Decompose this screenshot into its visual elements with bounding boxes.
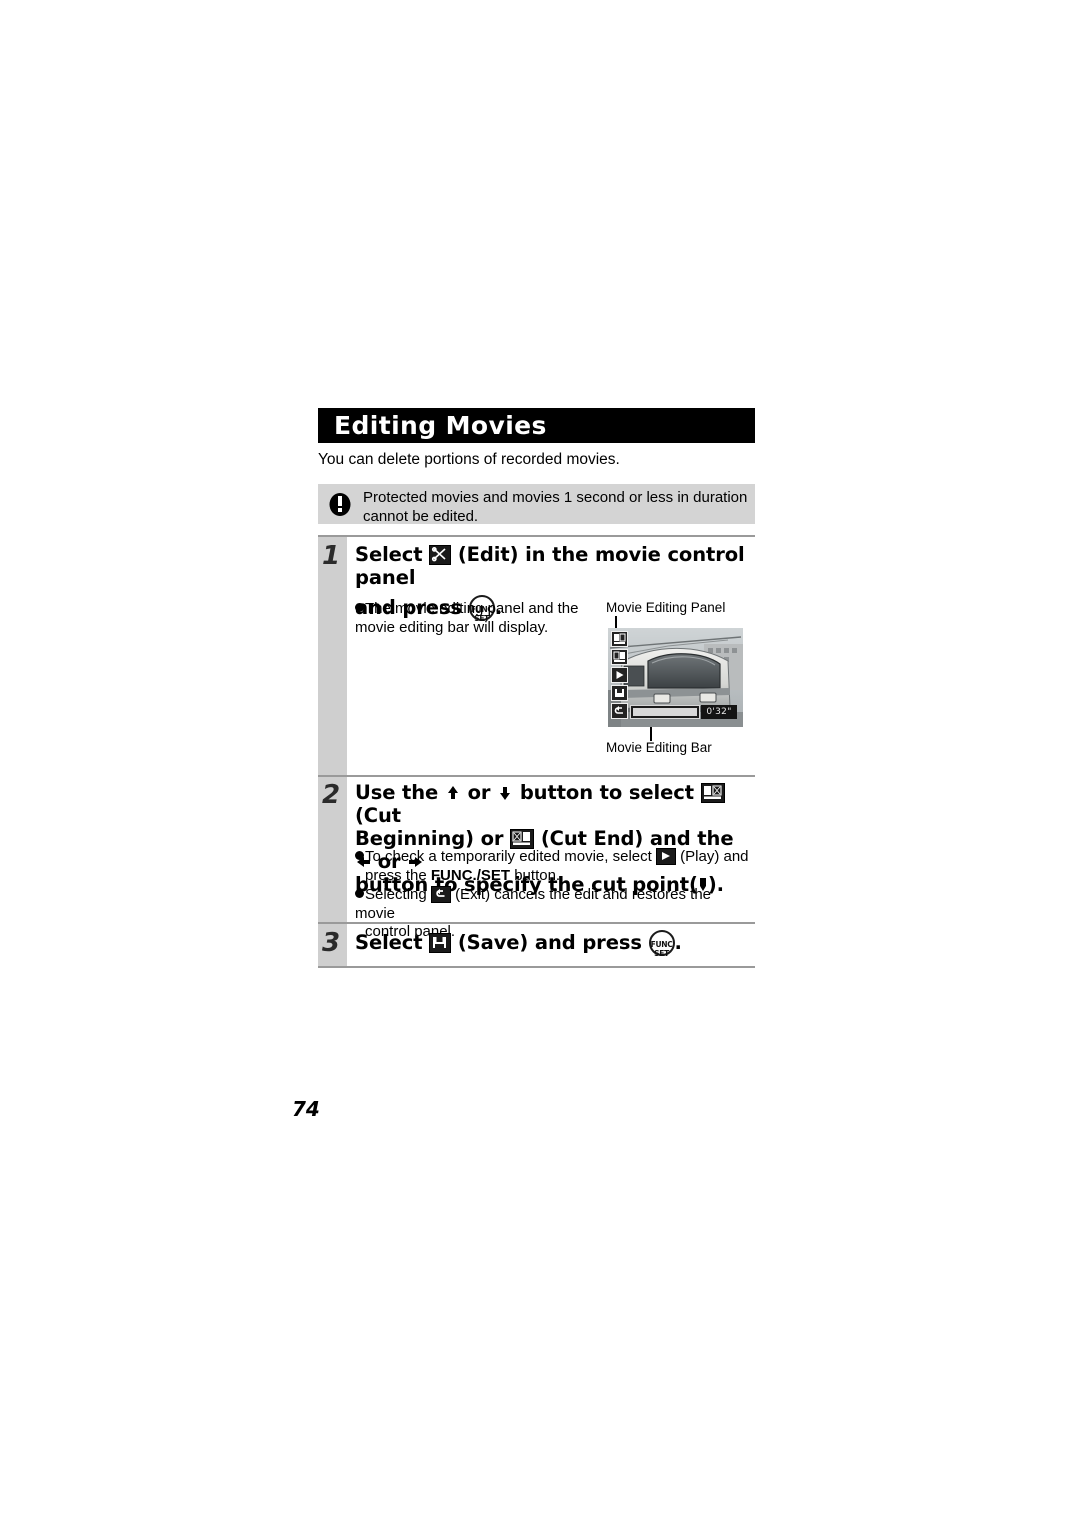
movie-editing-panel[interactable] [611,631,629,721]
step-2-heading-text-2: button to select [519,781,694,804]
illustration-movie-editing: Movie Editing Panel 0'32" Movie Editing … [600,600,765,755]
play-icon [655,848,676,865]
bullet-dot-icon [355,851,364,860]
manual-page: Editing Movies You can delete portions o… [0,0,1080,1528]
cut-beginning-icon[interactable] [611,631,628,647]
cut-beginning-icon [700,783,725,803]
page-title: Editing Movies [318,408,755,443]
step-2-bullet-1-line2: press the FUNC./SET button. [355,867,755,886]
caution-box: Protected movies and movies 1 second or … [318,484,755,525]
step-3-heading-text-1: Select [355,931,423,954]
step-1-number: 1 [322,541,341,571]
step-1-number-column [318,537,347,775]
play-icon[interactable] [611,667,628,683]
list-item: To check a temporarily edited movie, sel… [355,848,755,885]
step-2-bullets: To check a temporarily edited movie, sel… [355,848,755,943]
list-item: The movie editing panel and the movie ed… [355,600,605,637]
step-2-heading-text-5: (Cut End) and the [540,827,734,850]
step-3-heading: Select (Save) and press FUNC SET . [355,930,755,958]
step-2-bullet-1-text-mid: (Play) and [680,848,749,865]
illustration-caption-bottom: Movie Editing Bar [606,740,712,755]
step-2-top-rule [318,775,755,777]
func-set-button-icon: FUNC SET [648,930,675,958]
func-set-bold-label: FUNC./SET [430,866,511,884]
arrow-down-icon [497,784,513,802]
save-icon[interactable] [611,685,628,701]
step-1-bullets: The movie editing panel and the movie ed… [355,600,605,638]
movie-editing-bar[interactable] [630,705,700,719]
step-2-bullet-1-line2-before: press the [365,866,431,884]
step-3-heading-text-3: . [674,931,682,954]
arrow-up-icon [445,784,461,802]
camera-lcd-screen: 0'32" [608,628,743,727]
caution-text: Protected movies and movies 1 second or … [363,489,748,525]
step-3-top-rule [318,922,755,924]
step-3-number: 3 [322,928,341,958]
cut-end-icon [510,829,535,849]
bullet-dot-icon [355,889,364,898]
exit-icon [430,886,451,903]
step-1-top-rule [318,535,755,537]
step-2-heading-text-1: Use the [355,781,439,804]
step-2-number: 2 [322,780,341,810]
step-2-heading-text-3: (Cut [355,804,402,827]
page-number: 74 [292,1097,320,1121]
step-1-heading-text-1: Select [355,543,423,566]
cut-end-icon[interactable] [611,649,628,665]
step-2-heading-text-4: Beginning) or [355,827,504,850]
exclamation-icon [328,492,352,517]
step-1-bullet-1-text: The movie editing panel and the movie ed… [355,600,579,636]
step-2-bullet-1-text: To check a temporarily edited movie, sel… [365,848,652,865]
save-icon [429,933,452,953]
exit-icon[interactable] [611,703,628,719]
leader-line-bottom [650,727,652,741]
intro-paragraph: You can delete portions of recorded movi… [318,451,620,468]
time-display: 0'32" [701,705,737,719]
scissors-edit-icon [429,545,452,565]
func-set-label-line2: SET [654,949,669,958]
step-2-heading-or-1: or [467,781,491,804]
illustration-caption-top: Movie Editing Panel [606,600,726,615]
step-2-bullet-2-text: Selecting [365,886,427,903]
movie-editing-bar-fill [633,708,697,716]
bullet-dot-icon [355,603,364,612]
step-3-bottom-rule [318,966,755,968]
step-3-heading-text-2: (Save) and press [457,931,642,954]
step-2-bullet-1-line2-after: button. [510,866,561,884]
